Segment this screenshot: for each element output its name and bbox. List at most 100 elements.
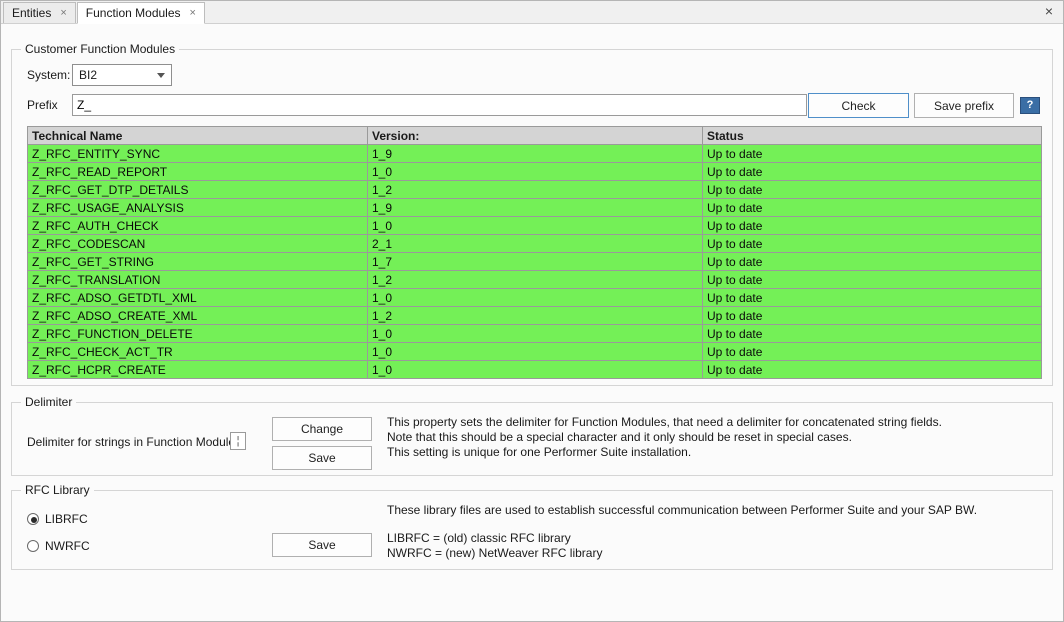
module-status-cell: Up to date (703, 271, 1042, 289)
delimiter-description: This property sets the delimiter for Fun… (387, 415, 942, 460)
close-tab-icon[interactable]: × (190, 8, 196, 19)
customer-function-modules-group: Customer Function Modules System: BI2 Pr… (11, 49, 1053, 386)
tab-label: Entities (12, 6, 51, 20)
module-name-cell: Z_RFC_CHECK_ACT_TR (28, 343, 368, 361)
module-status-cell: Up to date (703, 289, 1042, 307)
table-row[interactable]: Z_RFC_FUNCTION_DELETE1_0Up to date (28, 325, 1042, 343)
system-dropdown[interactable]: BI2 (72, 64, 172, 86)
description-line: These library files are used to establis… (387, 503, 977, 518)
module-table-body: Z_RFC_ENTITY_SYNC1_9Up to dateZ_RFC_READ… (28, 145, 1042, 379)
radio-label: NWRFC (45, 539, 90, 553)
window-close-icon[interactable]: × (1045, 4, 1053, 18)
column-header-technical-name[interactable]: Technical Name (28, 127, 368, 145)
module-table: Technical Name Version: Status Z_RFC_ENT… (27, 126, 1042, 379)
module-name-cell: Z_RFC_USAGE_ANALYSIS (28, 199, 368, 217)
table-row[interactable]: Z_RFC_CHECK_ACT_TR1_0Up to date (28, 343, 1042, 361)
table-row[interactable]: Z_RFC_ADSO_CREATE_XML1_2Up to date (28, 307, 1042, 325)
radio-icon (27, 540, 39, 552)
radio-icon (27, 513, 39, 525)
change-delimiter-button[interactable]: Change (272, 417, 372, 441)
table-row[interactable]: Z_RFC_GET_STRING1_7Up to date (28, 253, 1042, 271)
module-status-cell: Up to date (703, 217, 1042, 235)
tab-function-modules[interactable]: Function Modules × (77, 2, 205, 24)
check-button[interactable]: Check (808, 93, 909, 118)
module-version-cell: 1_9 (368, 145, 703, 163)
legend-line: NWRFC = (new) NetWeaver RFC library (387, 546, 602, 561)
module-version-cell: 1_0 (368, 361, 703, 379)
module-status-cell: Up to date (703, 307, 1042, 325)
module-name-cell: Z_RFC_AUTH_CHECK (28, 217, 368, 235)
module-version-cell: 1_9 (368, 199, 703, 217)
librfc-radio[interactable]: LIBRFC (27, 512, 88, 526)
group-title-delimiter: Delimiter (21, 395, 76, 409)
group-title-customer-function-modules: Customer Function Modules (21, 42, 179, 56)
delimiter-label: Delimiter for strings in Function Module… (27, 435, 241, 449)
column-header-status[interactable]: Status (703, 127, 1042, 145)
table-row[interactable]: Z_RFC_TRANSLATION1_2Up to date (28, 271, 1042, 289)
module-version-cell: 1_0 (368, 325, 703, 343)
module-version-cell: 1_0 (368, 289, 703, 307)
module-name-cell: Z_RFC_CODESCAN (28, 235, 368, 253)
module-name-cell: Z_RFC_READ_REPORT (28, 163, 368, 181)
module-name-cell: Z_RFC_ADSO_GETDTL_XML (28, 289, 368, 307)
module-version-cell: 1_0 (368, 217, 703, 235)
save-prefix-button[interactable]: Save prefix (914, 93, 1014, 118)
module-name-cell: Z_RFC_FUNCTION_DELETE (28, 325, 368, 343)
radio-label: LIBRFC (45, 512, 88, 526)
module-status-cell: Up to date (703, 145, 1042, 163)
module-status-cell: Up to date (703, 163, 1042, 181)
module-status-cell: Up to date (703, 199, 1042, 217)
module-version-cell: 2_1 (368, 235, 703, 253)
nwrfc-radio[interactable]: NWRFC (27, 539, 90, 553)
table-row[interactable]: Z_RFC_ADSO_GETDTL_XML1_0Up to date (28, 289, 1042, 307)
close-tab-icon[interactable]: × (60, 8, 66, 19)
app-window: Entities × Function Modules × × Customer… (0, 0, 1064, 622)
table-row[interactable]: Z_RFC_USAGE_ANALYSIS1_9Up to date (28, 199, 1042, 217)
save-delimiter-button[interactable]: Save (272, 446, 372, 470)
table-row[interactable]: Z_RFC_ENTITY_SYNC1_9Up to date (28, 145, 1042, 163)
module-name-cell: Z_RFC_GET_STRING (28, 253, 368, 271)
content-panel: Customer Function Modules System: BI2 Pr… (1, 24, 1063, 621)
module-status-cell: Up to date (703, 343, 1042, 361)
tab-bar: Entities × Function Modules × × (1, 1, 1063, 24)
module-status-cell: Up to date (703, 325, 1042, 343)
system-label: System: (27, 68, 70, 82)
description-line: Note that this should be a special chara… (387, 430, 942, 445)
module-version-cell: 1_2 (368, 271, 703, 289)
prefix-input[interactable] (72, 94, 807, 116)
system-dropdown-value: BI2 (73, 68, 157, 82)
module-name-cell: Z_RFC_ENTITY_SYNC (28, 145, 368, 163)
module-status-cell: Up to date (703, 361, 1042, 379)
description-line: This setting is unique for one Performer… (387, 445, 942, 460)
module-name-cell: Z_RFC_TRANSLATION (28, 271, 368, 289)
help-button[interactable]: ? (1020, 97, 1040, 114)
module-version-cell: 1_2 (368, 181, 703, 199)
table-row[interactable]: Z_RFC_CODESCAN2_1Up to date (28, 235, 1042, 253)
table-row[interactable]: Z_RFC_HCPR_CREATE1_0Up to date (28, 361, 1042, 379)
rfc-legend: LIBRFC = (old) classic RFC library NWRFC… (387, 531, 602, 561)
table-header-row: Technical Name Version: Status (28, 127, 1042, 145)
module-status-cell: Up to date (703, 253, 1042, 271)
module-status-cell: Up to date (703, 181, 1042, 199)
column-header-version[interactable]: Version: (368, 127, 703, 145)
table-row[interactable]: Z_RFC_READ_REPORT1_0Up to date (28, 163, 1042, 181)
module-version-cell: 1_0 (368, 343, 703, 361)
legend-line: LIBRFC = (old) classic RFC library (387, 531, 602, 546)
module-version-cell: 1_2 (368, 307, 703, 325)
delimiter-group: Delimiter Delimiter for strings in Funct… (11, 402, 1053, 476)
save-rfc-library-button[interactable]: Save (272, 533, 372, 557)
group-title-rfc-library: RFC Library (21, 483, 94, 497)
delimiter-input[interactable] (230, 432, 246, 450)
module-version-cell: 1_7 (368, 253, 703, 271)
description-line: This property sets the delimiter for Fun… (387, 415, 942, 430)
tab-label: Function Modules (86, 6, 181, 20)
table-row[interactable]: Z_RFC_AUTH_CHECK1_0Up to date (28, 217, 1042, 235)
prefix-label: Prefix (27, 98, 58, 112)
tab-entities[interactable]: Entities × (3, 2, 76, 23)
module-name-cell: Z_RFC_HCPR_CREATE (28, 361, 368, 379)
module-name-cell: Z_RFC_ADSO_CREATE_XML (28, 307, 368, 325)
module-status-cell: Up to date (703, 235, 1042, 253)
chevron-down-icon (157, 73, 165, 78)
table-row[interactable]: Z_RFC_GET_DTP_DETAILS1_2Up to date (28, 181, 1042, 199)
rfc-description: These library files are used to establis… (387, 503, 977, 518)
